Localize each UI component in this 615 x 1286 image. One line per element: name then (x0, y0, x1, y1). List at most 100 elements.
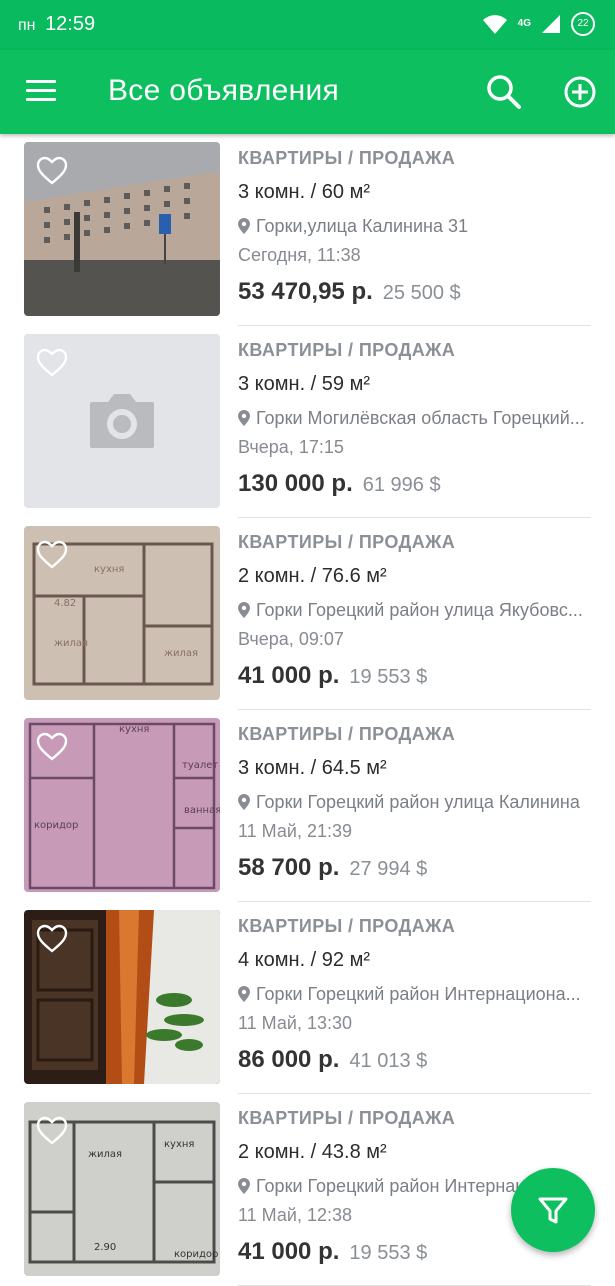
signal-icon (542, 15, 560, 33)
location-pin-icon (238, 794, 250, 810)
listing-address: Горки Горецкий район улица Калинина (256, 792, 580, 812)
listing-category: КВАРТИРЫ / ПРОДАЖА (238, 916, 456, 936)
listing-price-usd: 25 500 $ (382, 282, 461, 304)
listing-photo[interactable]: кухня жилая жилая 4.82 (24, 526, 220, 700)
add-listing-button[interactable] (560, 72, 600, 112)
listing-date: Сегодня, 11:38 (238, 245, 361, 265)
listing-prices: 53 470,95 р. 25 500 $ (238, 278, 591, 306)
svg-text:туалет: туалет (182, 760, 218, 771)
hamburger-menu-icon (26, 80, 56, 83)
listing-address: Горки Горецкий район Интернац (256, 1176, 526, 1196)
listing-address: Горки Могилёвская область Горецкий... (256, 408, 585, 428)
listing-rooms: 3 комн. / 64.5 м² (238, 757, 387, 779)
svg-text:кухня: кухня (164, 1139, 194, 1150)
favorite-heart-icon[interactable] (36, 540, 68, 570)
listing-info: КВАРТИРЫ / ПРОДАЖА 2 комн. / 76.6 м² Гор… (238, 532, 591, 690)
listing-address-row: Горки Горецкий район улица Калинина (238, 792, 591, 813)
svg-text:жилая: жилая (164, 648, 198, 659)
filter-icon (538, 1197, 568, 1224)
listing-address-row: Горки Могилёвская область Горецкий... (238, 408, 591, 429)
listing-card[interactable]: КВАРТИРЫ / ПРОДАЖА 3 комн. / 60 м² Горки… (0, 134, 615, 326)
svg-text:ванная: ванная (184, 805, 220, 816)
listing-price-usd: 19 553 $ (349, 666, 428, 688)
listing-category: КВАРТИРЫ / ПРОДАЖА (238, 1108, 456, 1128)
favorite-heart-icon[interactable] (36, 924, 68, 954)
favorite-heart-icon[interactable] (36, 1116, 68, 1146)
favorite-heart-icon[interactable] (36, 348, 68, 378)
listing-price: 58 700 р. (238, 854, 340, 881)
listing-address: Горки Горецкий район улица Якубовс... (256, 600, 583, 620)
listing-category: КВАРТИРЫ / ПРОДАЖА (238, 724, 456, 744)
listing-address-row: Горки,улица Калинина 31 (238, 216, 591, 237)
status-icons: x 4G 22 (482, 12, 595, 36)
listing-price-usd: 61 996 $ (362, 474, 441, 496)
listing-info: КВАРТИРЫ / ПРОДАЖА 3 комн. / 59 м² Горки… (238, 340, 591, 498)
favorite-heart-icon[interactable] (36, 732, 68, 762)
listing-price: 86 000 р. (238, 1046, 340, 1073)
location-pin-icon (238, 602, 250, 618)
listing-date: Вчера, 17:15 (238, 437, 344, 457)
svg-text:жилая: жилая (54, 638, 88, 649)
svg-text:кухня: кухня (119, 724, 149, 735)
listing-price-usd: 41 013 $ (349, 1050, 428, 1072)
menu-button[interactable] (26, 80, 58, 104)
listing-price-usd: 19 553 $ (349, 1242, 428, 1264)
status-time: 12:59 (45, 13, 96, 35)
listing-date: 11 Май, 13:30 (238, 1013, 352, 1033)
battery-level: 22 (577, 18, 589, 29)
listing-category: КВАРТИРЫ / ПРОДАЖА (238, 532, 456, 552)
listing-photo[interactable] (24, 142, 220, 316)
location-pin-icon (238, 986, 250, 1002)
listing-category: КВАРТИРЫ / ПРОДАЖА (238, 340, 456, 360)
listing-rooms: 4 комн. / 92 м² (238, 949, 371, 971)
listing-photo[interactable] (24, 910, 220, 1084)
listing-price: 41 000 р. (238, 1238, 340, 1265)
svg-text:x: x (499, 27, 505, 35)
listing-category: КВАРТИРЫ / ПРОДАЖА (238, 148, 456, 168)
page-title: Все объявления (108, 74, 340, 107)
listing-info: КВАРТИРЫ / ПРОДАЖА 4 комн. / 92 м² Горки… (238, 916, 591, 1074)
listing-prices: 130 000 р. 61 996 $ (238, 470, 591, 498)
listing-card[interactable]: кухня жилая жилая 4.82 КВАРТИРЫ / ПРОДАЖА 2… (0, 518, 615, 710)
svg-text:коридор: коридор (174, 1249, 218, 1260)
listing-address: Горки,улица Калинина 31 (256, 216, 469, 236)
wifi-icon: x (482, 15, 507, 35)
svg-text:коридор: коридор (34, 820, 78, 831)
listing-address: Горки Горецкий район Интернациона... (256, 984, 581, 1004)
listing-photo[interactable]: кухня туалет коридор ванная (24, 718, 220, 892)
listing-prices: 58 700 р. 27 994 $ (238, 854, 591, 882)
listing-card[interactable]: КВАРТИРЫ / ПРОДАЖА 4 комн. / 92 м² Горки… (0, 902, 615, 1094)
listing-rooms: 3 комн. / 59 м² (238, 373, 371, 395)
listing-price: 41 000 р. (238, 662, 340, 689)
svg-text:2.90: 2.90 (94, 1242, 116, 1253)
listing-price-usd: 27 994 $ (349, 858, 428, 880)
listings-list: КВАРТИРЫ / ПРОДАЖА 3 комн. / 60 м² Горки… (0, 134, 615, 1286)
status-time-group: пн 12:59 (18, 13, 95, 36)
listing-photo[interactable] (24, 334, 220, 508)
listing-prices: 41 000 р. 19 553 $ (238, 662, 591, 690)
listing-address-row: Горки Горецкий район улица Якубовс... (238, 600, 591, 621)
filter-fab-button[interactable] (511, 1168, 595, 1252)
location-pin-icon (238, 218, 250, 234)
status-bar: пн 12:59 x 4G 22 (0, 0, 615, 50)
battery-icon: 22 (571, 12, 595, 36)
listing-address-row: Горки Горецкий район Интернациона... (238, 984, 591, 1005)
listing-prices: 86 000 р. 41 013 $ (238, 1046, 591, 1074)
listing-rooms: 2 комн. / 43.8 м² (238, 1141, 387, 1163)
svg-text:жилая: жилая (88, 1149, 122, 1160)
add-circle-icon (564, 76, 596, 108)
listing-card[interactable]: кухня туалет коридор ванная КВАРТИРЫ / ПРОД… (0, 710, 615, 902)
listing-date: 11 Май, 21:39 (238, 821, 352, 841)
listing-info: КВАРТИРЫ / ПРОДАЖА 3 комн. / 64.5 м² Гор… (238, 724, 591, 882)
listing-price: 53 470,95 р. (238, 278, 373, 305)
listing-photo[interactable]: жилая кухня коридор 2.90 (24, 1102, 220, 1276)
search-icon (487, 75, 521, 109)
listing-card[interactable]: КВАРТИРЫ / ПРОДАЖА 3 комн. / 59 м² Горки… (0, 326, 615, 518)
listing-date: Вчера, 09:07 (238, 629, 344, 649)
svg-text:4.82: 4.82 (54, 598, 76, 609)
search-button[interactable] (484, 72, 524, 112)
listing-price: 130 000 р. (238, 470, 353, 497)
location-pin-icon (238, 1178, 250, 1194)
favorite-heart-icon[interactable] (36, 156, 68, 186)
svg-text:кухня: кухня (94, 564, 124, 575)
